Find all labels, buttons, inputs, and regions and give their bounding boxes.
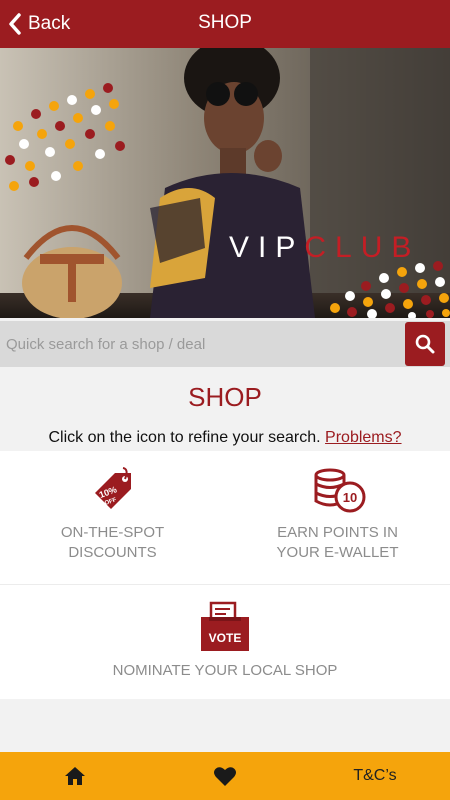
- discount-tag-icon: 10% OFF: [94, 467, 131, 509]
- problems-link[interactable]: Problems?: [325, 429, 401, 446]
- tile-earn-points[interactable]: 10 EARN POINTS IN YOUR E-WALLET: [245, 467, 430, 563]
- hero-banner: VIPCLUB: [0, 48, 450, 318]
- page-title: SHOP: [198, 12, 252, 33]
- tile-label-line2: DISCOUNTS: [68, 544, 157, 561]
- bottom-nav: T&C’s: [0, 752, 450, 800]
- section-title: SHOP: [188, 382, 262, 412]
- search-bar: [0, 321, 450, 367]
- instruction-text: Click on the icon to refine your search.…: [0, 429, 450, 447]
- logo-text-club: CLUB: [304, 231, 421, 264]
- search-input[interactable]: [0, 321, 404, 367]
- logo-text-vip: VIP: [229, 231, 305, 264]
- app-screen: Back SHOP VIPCLUB Quick search for a sho…: [0, 0, 450, 800]
- hero-image: [0, 48, 450, 318]
- tile-label: NOMINATE YOUR LOCAL SHOP: [113, 661, 338, 681]
- heart-icon: [214, 766, 236, 786]
- vote-box-icon: VOTE: [201, 601, 249, 651]
- category-tiles: 10% OFF ON-THE-SPOT DISCOUNTS 10 EARN PO…: [0, 451, 450, 699]
- tile-nominate-local-shop[interactable]: VOTE NOMINATE YOUR LOCAL SHOP: [75, 601, 375, 681]
- vip-club-logo: VIPCLUB: [229, 231, 420, 265]
- nav-home[interactable]: [35, 752, 115, 800]
- coin-value: 10: [342, 490, 356, 505]
- tile-on-the-spot-discounts[interactable]: 10% OFF ON-THE-SPOT DISCOUNTS: [20, 467, 205, 563]
- search-button[interactable]: [405, 322, 445, 366]
- tiles-divider: [0, 584, 450, 585]
- search-icon: [415, 334, 435, 354]
- top-bar: Back SHOP: [0, 0, 450, 48]
- tile-label: EARN POINTS IN YOUR E-WALLET: [277, 523, 399, 563]
- instruction-label: Click on the icon to refine your search.: [48, 429, 321, 446]
- tile-label: ON-THE-SPOT DISCOUNTS: [61, 523, 164, 563]
- tile-label-line1: EARN POINTS IN: [277, 524, 398, 541]
- coins-icon: 10: [314, 468, 365, 513]
- nav-terms-button[interactable]: T&C’s: [335, 752, 415, 800]
- tile-label-line1: NOMINATE YOUR LOCAL SHOP: [112, 662, 338, 679]
- nav-favorites[interactable]: [185, 752, 265, 800]
- tile-label-line1: ON-THE-SPOT: [60, 524, 165, 541]
- home-icon: [65, 767, 85, 785]
- vote-text: VOTE: [209, 631, 242, 645]
- tile-label-line2: YOUR E-WALLET: [276, 544, 399, 561]
